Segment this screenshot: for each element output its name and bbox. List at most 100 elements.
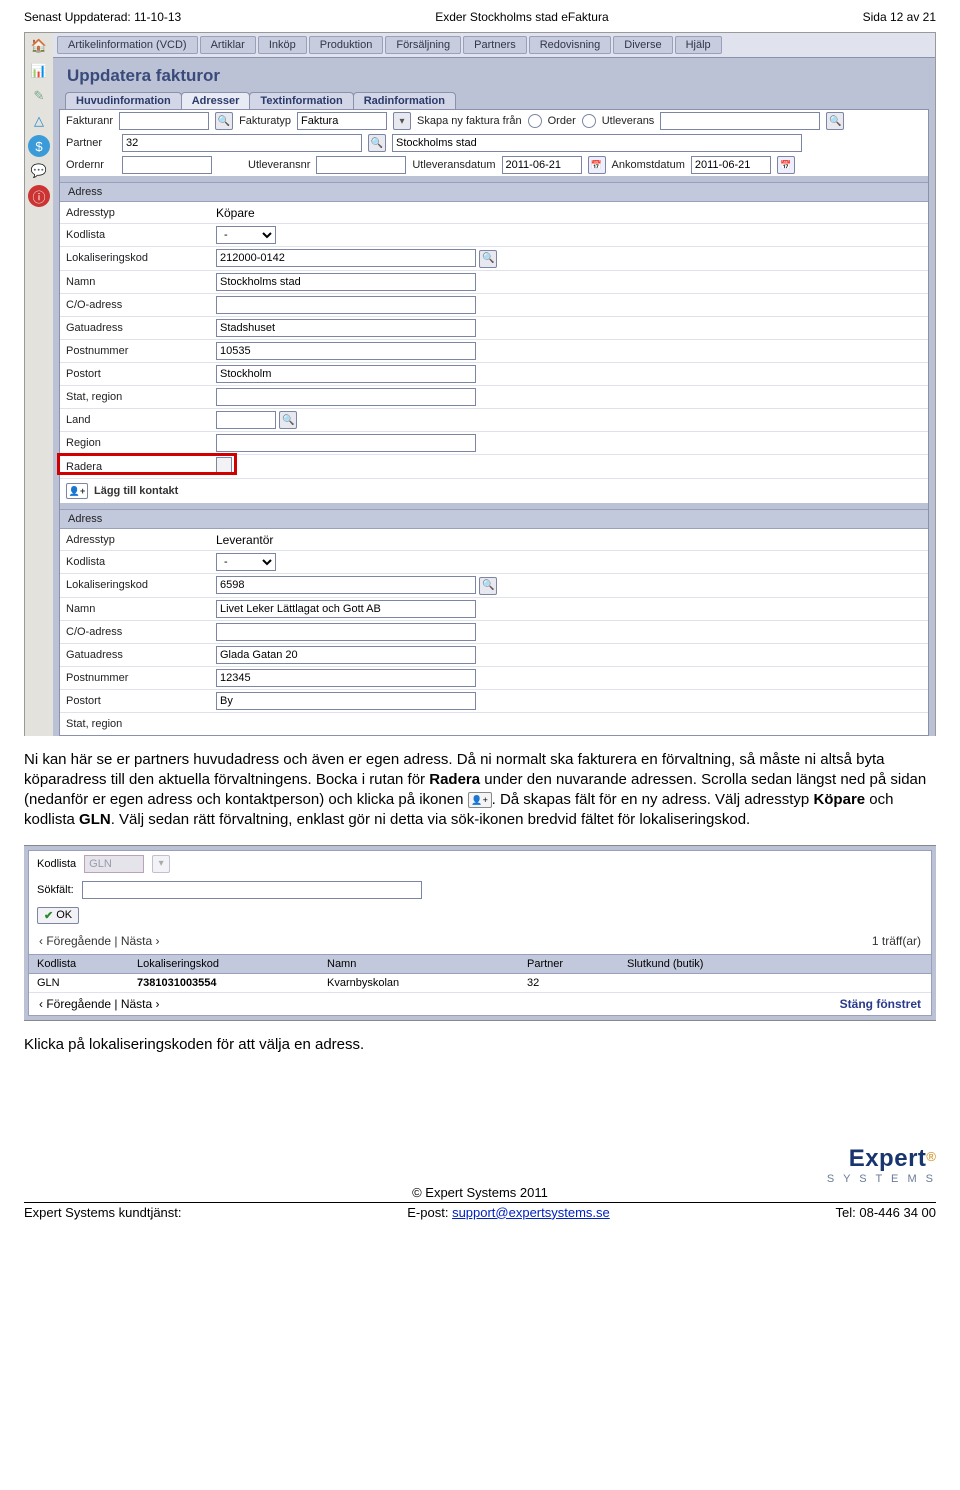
gatu-label: Gatuadress xyxy=(66,322,216,334)
sokfalt-input[interactable] xyxy=(82,881,422,899)
co-label: C/O-adress xyxy=(66,299,216,311)
add-address-icon: 👤+ xyxy=(468,792,492,808)
partner-label: Partner xyxy=(66,137,116,149)
radera-checkbox[interactable] xyxy=(216,457,232,473)
calendar-icon[interactable]: 📅 xyxy=(777,156,795,174)
menu-artikelinfo[interactable]: Artikelinformation (VCD) xyxy=(57,36,198,54)
postnr-input[interactable] xyxy=(216,342,476,360)
copyright: © Expert Systems 2011 xyxy=(24,1185,936,1200)
utleveransnr-label: Utleveransnr xyxy=(248,159,310,171)
support-email-link[interactable]: support@expertsystems.se xyxy=(452,1205,610,1220)
hit-count: 1 träff(ar) xyxy=(872,934,921,948)
kodlista-label: Kodlista xyxy=(66,229,216,241)
fakturatyp-select[interactable] xyxy=(297,112,387,130)
namn-input[interactable] xyxy=(216,600,476,618)
utleverans-label: Utleverans xyxy=(602,115,655,127)
utleverans-radio[interactable] xyxy=(582,114,596,128)
dollar-icon[interactable]: $ xyxy=(28,135,50,157)
gatu-input[interactable] xyxy=(216,319,476,337)
tab-adresser[interactable]: Adresser xyxy=(181,92,251,109)
adresstyp-label: Adresstyp xyxy=(66,207,216,219)
search-icon[interactable]: 🔍 xyxy=(368,134,386,152)
search-icon[interactable]: 🔍 xyxy=(215,112,233,130)
menu-artiklar[interactable]: Artiklar xyxy=(200,36,256,54)
order-radio[interactable] xyxy=(528,114,542,128)
page-title: Uppdatera fakturor xyxy=(53,58,935,92)
search-icon[interactable]: 🔍 xyxy=(479,577,497,595)
add-contact-icon[interactable]: 👤+ xyxy=(66,483,88,499)
co-input[interactable] xyxy=(216,296,476,314)
adresstyp-value: Leverantör xyxy=(216,533,922,547)
header-left: Senast Uppdaterad: 11-10-13 xyxy=(24,10,181,24)
next-link[interactable]: Nästa › xyxy=(121,997,160,1011)
ordernr-label: Ordernr xyxy=(66,159,116,171)
postort-input[interactable] xyxy=(216,692,476,710)
lokaliseringskod-input[interactable] xyxy=(216,249,476,267)
kodlista-select[interactable]: - xyxy=(216,226,276,244)
postnr-label: Postnummer xyxy=(66,345,216,357)
next-link[interactable]: Nästa › xyxy=(121,934,160,948)
dropdown-icon[interactable]: ▾ xyxy=(393,112,411,130)
fakturanr-input[interactable] xyxy=(119,112,209,130)
add-contact-label[interactable]: Lägg till kontakt xyxy=(94,485,178,497)
search-icon[interactable]: 🔍 xyxy=(479,250,497,268)
lokaliseringskod-label: Lokaliseringskod xyxy=(66,579,216,591)
menu-forsaljning[interactable]: Försäljning xyxy=(385,36,461,54)
edit-icon[interactable]: ✎ xyxy=(28,85,50,107)
fakturanr-label: Fakturanr xyxy=(66,115,113,127)
result-row[interactable]: GLN 7381031003554 Kvarnbyskolan 32 xyxy=(29,974,931,993)
stats-icon[interactable]: 📊 xyxy=(28,60,50,82)
menu-produktion[interactable]: Produktion xyxy=(309,36,384,54)
prev-link[interactable]: ‹ Föregående xyxy=(39,997,111,1011)
lokaliseringskod-label: Lokaliseringskod xyxy=(66,252,216,264)
top-menu: Artikelinformation (VCD) Artiklar Inköp … xyxy=(53,33,935,58)
ordernr-input[interactable] xyxy=(122,156,212,174)
search-panel: Kodlista GLN ▾ Sökfält: ✔OK ‹ Föregående… xyxy=(24,845,936,1021)
close-window-link[interactable]: Stäng fönstret xyxy=(840,997,921,1011)
sidebar-icons: 🏠 📊 ✎ △ $ 💬 ⓘ xyxy=(25,33,53,736)
menu-redovisning[interactable]: Redovisning xyxy=(529,36,612,54)
postort-label: Postort xyxy=(66,695,216,707)
partner-input[interactable] xyxy=(122,134,362,152)
ankomst-input[interactable] xyxy=(691,156,771,174)
result-header: Kodlista Lokaliseringskod Namn Partner S… xyxy=(29,954,931,974)
up-icon[interactable]: △ xyxy=(28,110,50,132)
ok-button[interactable]: ✔OK xyxy=(37,907,79,924)
menu-partners[interactable]: Partners xyxy=(463,36,527,54)
prev-link[interactable]: ‹ Föregående xyxy=(39,934,111,948)
utleveransnr-input[interactable] xyxy=(316,156,406,174)
app-screenshot: 🏠 📊 ✎ △ $ 💬 ⓘ Artikelinformation (VCD) A… xyxy=(24,32,936,736)
stat-input[interactable] xyxy=(216,388,476,406)
namn-input[interactable] xyxy=(216,273,476,291)
kodlista-disabled: GLN xyxy=(84,855,144,873)
skapa-input[interactable] xyxy=(660,112,820,130)
tab-textinformation[interactable]: Textinformation xyxy=(249,92,353,109)
adresstyp-label: Adresstyp xyxy=(66,534,216,546)
tab-huvudinformation[interactable]: Huvudinformation xyxy=(65,92,182,109)
gatu-label: Gatuadress xyxy=(66,649,216,661)
search-icon[interactable]: 🔍 xyxy=(279,411,297,429)
menu-inkop[interactable]: Inköp xyxy=(258,36,307,54)
radera-label: Radera xyxy=(66,461,216,473)
kodlista-select[interactable]: - xyxy=(216,553,276,571)
tab-radinformation[interactable]: Radinformation xyxy=(353,92,456,109)
land-input[interactable] xyxy=(216,411,276,429)
skapa-label: Skapa ny faktura från xyxy=(417,115,522,127)
namn-label: Namn xyxy=(66,276,216,288)
search-icon[interactable]: 🔍 xyxy=(826,112,844,130)
postnr-input[interactable] xyxy=(216,669,476,687)
menu-diverse[interactable]: Diverse xyxy=(613,36,672,54)
info-icon[interactable]: ⓘ xyxy=(28,185,50,207)
stat-label: Stat, region xyxy=(66,391,216,403)
menu-hjalp[interactable]: Hjälp xyxy=(675,36,722,54)
partner-name-input[interactable] xyxy=(392,134,802,152)
home-icon[interactable]: 🏠 xyxy=(28,35,50,57)
lokaliseringskod-input[interactable] xyxy=(216,576,476,594)
calendar-icon[interactable]: 📅 xyxy=(588,156,606,174)
co-input[interactable] xyxy=(216,623,476,641)
gatu-input[interactable] xyxy=(216,646,476,664)
chat-icon[interactable]: 💬 xyxy=(28,160,50,182)
postort-input[interactable] xyxy=(216,365,476,383)
utlevdatum-input[interactable] xyxy=(502,156,582,174)
region-input[interactable] xyxy=(216,434,476,452)
